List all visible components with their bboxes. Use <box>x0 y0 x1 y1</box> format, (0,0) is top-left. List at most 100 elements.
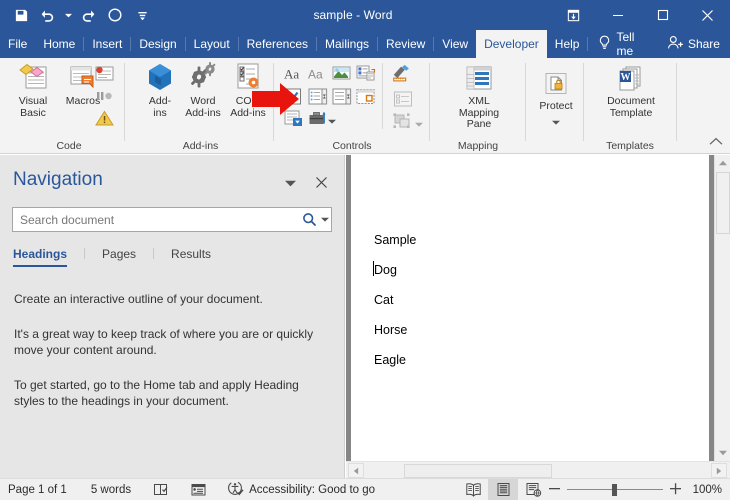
tab-layout[interactable]: Layout <box>186 30 238 58</box>
protect-button[interactable]: Protect <box>529 66 583 130</box>
undo-icon[interactable] <box>35 3 61 27</box>
scroll-down-icon[interactable] <box>715 445 730 461</box>
horizontal-scrollbar-thumb[interactable] <box>404 464 552 478</box>
plain-text-content-control-icon[interactable]: Aa <box>306 63 328 85</box>
ribbon-group-separator <box>525 63 526 141</box>
document-line-sample[interactable]: Sample <box>374 233 416 247</box>
nav-tab-headings[interactable]: Headings <box>13 247 84 267</box>
search-document-box[interactable] <box>12 207 332 232</box>
design-mode-icon[interactable] <box>391 63 413 85</box>
vertical-scrollbar-thumb[interactable] <box>716 172 730 234</box>
visual-basic-button[interactable]: Visual Basic <box>6 61 60 119</box>
xml-mapping-pane-button[interactable]: XML Mapping Pane <box>451 61 507 131</box>
word-add-ins-icon <box>187 61 219 93</box>
spelling-and-grammar-check-icon[interactable] <box>137 479 176 500</box>
horizontal-scrollbar[interactable] <box>346 461 730 478</box>
collapse-ribbon-icon[interactable] <box>708 133 724 149</box>
macro-security-icon[interactable] <box>93 107 115 129</box>
tell-me-button[interactable]: Tell me <box>588 30 662 58</box>
combo-box-content-control-icon[interactable] <box>306 85 328 107</box>
scroll-right-icon[interactable] <box>711 463 727 478</box>
maximize-button[interactable] <box>640 0 685 30</box>
ribbon-display-options-icon[interactable] <box>551 0 595 30</box>
add-ins-icon <box>144 61 176 93</box>
tab-insert[interactable]: Insert <box>84 30 130 58</box>
add-ins-label: Add- ins <box>148 95 172 119</box>
tab-references[interactable]: References <box>239 30 316 58</box>
nav-tab-pages[interactable]: Pages <box>102 247 153 267</box>
zoom-slider-thumb[interactable] <box>612 483 617 496</box>
page-number-status[interactable]: Page 1 of 1 <box>0 479 73 500</box>
share-person-icon <box>667 35 684 53</box>
share-button[interactable]: Share <box>663 30 730 58</box>
document-line-dog[interactable]: Dog <box>374 263 397 277</box>
scroll-left-icon[interactable] <box>348 463 364 478</box>
tab-mailings[interactable]: Mailings <box>317 30 377 58</box>
zoom-slider[interactable] <box>567 483 663 497</box>
accessibility-checker-icon <box>227 480 244 499</box>
minimize-button[interactable] <box>595 0 640 30</box>
accessibility-status[interactable]: Accessibility: Good to go <box>213 479 381 500</box>
share-label: Share <box>687 37 720 51</box>
scroll-up-icon[interactable] <box>715 155 730 171</box>
document-template-label: Document Template <box>607 95 655 119</box>
touch-mode-icon[interactable] <box>102 3 128 27</box>
xml-mapping-pane-label: XML Mapping Pane <box>458 95 500 130</box>
ribbon-group-mapping: XML Mapping Pane Mapping <box>433 58 523 154</box>
nav-tab-results[interactable]: Results <box>171 247 228 267</box>
legacy-tools-dropdown-caret-icon[interactable] <box>327 111 337 131</box>
redo-icon[interactable] <box>75 3 101 27</box>
close-button[interactable] <box>685 0 730 30</box>
pause-recording-icon <box>93 85 115 107</box>
date-picker-content-control-icon[interactable] <box>354 85 376 107</box>
group-icon <box>392 110 414 132</box>
picture-content-control-icon[interactable] <box>330 62 352 84</box>
undo-dropdown-caret-icon[interactable] <box>62 3 74 27</box>
document-line-horse[interactable]: Horse <box>374 323 407 337</box>
document-line-eagle[interactable]: Eagle <box>374 353 406 367</box>
zoom-control: 100% <box>548 482 730 498</box>
ribbon-group-separator <box>429 63 430 141</box>
navigation-pane-close-icon[interactable] <box>310 171 332 193</box>
document-template-button[interactable]: W Document Template <box>602 61 660 119</box>
tell-me-label: Tell me <box>616 30 635 58</box>
tab-review[interactable]: Review <box>378 30 433 58</box>
tab-home[interactable]: Home <box>35 30 83 58</box>
window-controls <box>551 0 730 30</box>
zoom-level-label[interactable]: 100% <box>688 484 722 496</box>
svg-text:W: W <box>621 72 631 83</box>
building-block-gallery-content-control-icon[interactable] <box>354 62 376 84</box>
print-layout-view-button[interactable] <box>488 478 518 500</box>
zoom-in-button[interactable] <box>669 482 682 498</box>
drop-down-list-content-control-icon[interactable] <box>330 85 352 107</box>
protect-dropdown-caret-icon[interactable] <box>552 112 560 130</box>
nav-tab-separator <box>153 248 155 259</box>
language-icon[interactable] <box>176 479 213 500</box>
tab-design[interactable]: Design <box>131 30 184 58</box>
web-layout-view-button[interactable] <box>518 479 548 500</box>
document-page[interactable]: Sample Dog Cat Horse Eagle <box>351 155 709 461</box>
read-mode-view-button[interactable] <box>458 479 488 500</box>
ribbon-group-label-mapping: Mapping <box>457 140 499 152</box>
word-count-status[interactable]: 5 words <box>73 479 137 500</box>
ribbon-group-label-add-ins: Add-ins <box>182 140 219 152</box>
navigation-pane-title: Navigation <box>13 169 103 190</box>
navigation-pane: Navigation Headings Pages Results Create… <box>0 155 345 478</box>
tab-developer[interactable]: Developer <box>476 30 547 58</box>
red-arrow-pointer <box>252 82 300 116</box>
customize-quick-access-toolbar-icon[interactable] <box>129 3 155 27</box>
zoom-out-button[interactable] <box>548 482 561 498</box>
search-options-caret-icon[interactable] <box>319 217 331 222</box>
document-line-cat[interactable]: Cat <box>374 293 393 307</box>
vertical-scrollbar[interactable] <box>714 155 730 461</box>
tab-help[interactable]: Help <box>547 30 588 58</box>
search-icon[interactable] <box>299 212 319 227</box>
legacy-tools-icon[interactable] <box>306 107 328 129</box>
title-bar: sample - Word <box>0 0 730 30</box>
record-macro-icon[interactable] <box>93 62 115 84</box>
tab-view[interactable]: View <box>434 30 476 58</box>
tab-file[interactable]: File <box>0 30 35 58</box>
search-input[interactable] <box>13 212 299 227</box>
save-icon[interactable] <box>8 3 34 27</box>
navigation-pane-options-caret-icon[interactable] <box>281 175 299 191</box>
